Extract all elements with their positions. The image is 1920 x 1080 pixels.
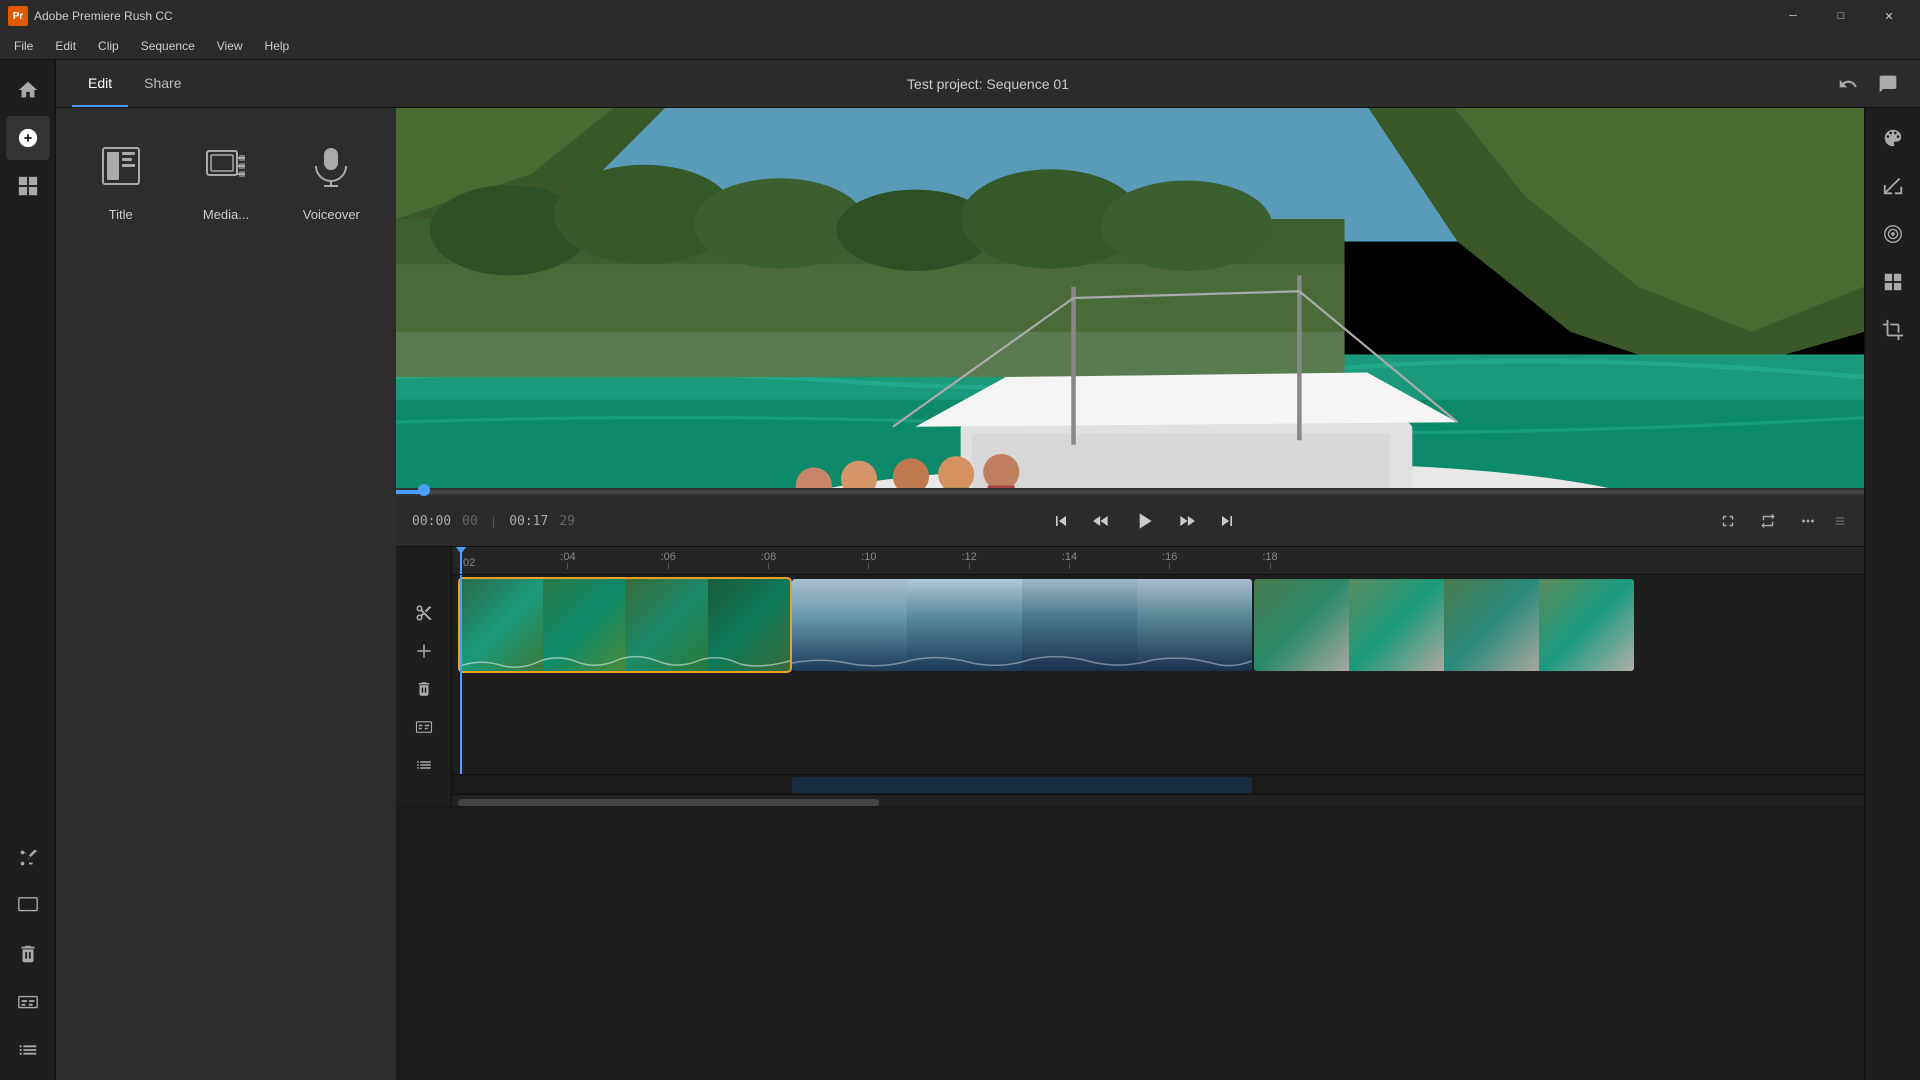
menu-clip[interactable]: Clip xyxy=(88,35,129,57)
sidebar-media-button[interactable] xyxy=(6,164,50,208)
play-button[interactable] xyxy=(1125,502,1163,540)
fullscreen-button[interactable] xyxy=(1712,505,1744,537)
audio-waveform xyxy=(792,777,1252,793)
ruler-mark-16: :16 xyxy=(1162,551,1177,569)
timeline-playhead-top xyxy=(460,547,462,574)
menubar: File Edit Clip Sequence View Help xyxy=(0,32,1920,60)
menu-edit[interactable]: Edit xyxy=(45,35,86,57)
menu-file[interactable]: File xyxy=(4,35,43,57)
add-panel: Title xyxy=(56,108,396,1080)
timeline-clip-1[interactable] xyxy=(460,579,790,671)
ruler-mark-12: :12 xyxy=(961,551,976,569)
ruler-mark-18: :18 xyxy=(1262,551,1277,569)
ruler-mark-04: :04 xyxy=(560,551,575,569)
caption-track-button[interactable] xyxy=(408,711,440,743)
content-area: Edit Share Test project: Sequence 01 xyxy=(56,60,1920,1080)
timeline-content: :02 :04 :06 xyxy=(396,547,1864,806)
total-time-display: 00:17 xyxy=(509,514,548,529)
timeline-ruler: :02 :04 :06 xyxy=(452,547,1864,575)
timeline-scrollbar-thumb[interactable] xyxy=(458,799,879,806)
scrubber-handle[interactable] xyxy=(418,484,430,496)
menu-help[interactable]: Help xyxy=(255,35,300,57)
left-sidebar xyxy=(0,60,56,1080)
panel-item-voiceover[interactable]: Voiceover xyxy=(283,132,380,234)
scissors-tool-button[interactable] xyxy=(408,597,440,629)
video-preview xyxy=(396,108,1864,488)
titlebar: Pr Adobe Premiere Rush CC ─ □ ✕ xyxy=(0,0,1920,32)
top-nav: Edit Share Test project: Sequence 01 xyxy=(56,60,1920,108)
delete-clip-button[interactable] xyxy=(408,673,440,705)
crop-button[interactable] xyxy=(1871,308,1915,352)
preview-area: 00:00 00 | 00:17 29 xyxy=(396,108,1864,1080)
ruler-mark-02: :02 xyxy=(460,557,475,569)
transform-button[interactable] xyxy=(1871,164,1915,208)
add-track-button[interactable] xyxy=(408,635,440,667)
timeline-playhead-line xyxy=(460,575,462,774)
list-view-button[interactable] xyxy=(408,749,440,781)
work-area: Title xyxy=(56,108,1920,1080)
panel-resize-handle[interactable]: ≡ xyxy=(1832,511,1848,532)
skip-back-button[interactable] xyxy=(1045,505,1077,537)
color-correct-button[interactable] xyxy=(1871,116,1915,160)
title-icon xyxy=(99,144,143,197)
timeline-scrubber[interactable] xyxy=(396,488,1864,496)
window-controls: ─ □ ✕ xyxy=(1770,0,1912,32)
sidebar-home-button[interactable] xyxy=(6,68,50,112)
top-nav-actions xyxy=(1832,68,1904,100)
frame-fwd-button[interactable] xyxy=(1171,505,1203,537)
sidebar-captions-button[interactable] xyxy=(6,980,50,1024)
sidebar-delete-button[interactable] xyxy=(6,932,50,976)
ruler-mark-14: :14 xyxy=(1062,551,1077,569)
ruler-mark-10: :10 xyxy=(861,551,876,569)
skip-fwd-button[interactable] xyxy=(1211,505,1243,537)
main-layout: Edit Share Test project: Sequence 01 xyxy=(0,60,1920,1080)
detail-button[interactable] xyxy=(1871,260,1915,304)
media-icon xyxy=(204,144,248,197)
maximize-button[interactable]: □ xyxy=(1818,0,1864,32)
effects-button[interactable] xyxy=(1871,212,1915,256)
panel-grid: Title xyxy=(56,108,396,258)
panel-item-media[interactable]: Media... xyxy=(177,132,274,234)
ruler-mark-08: :08 xyxy=(761,551,776,569)
more-options-button[interactable] xyxy=(1792,505,1824,537)
sidebar-cut-button[interactable] xyxy=(6,836,50,880)
loop-button[interactable] xyxy=(1752,505,1784,537)
sidebar-add-button[interactable] xyxy=(6,116,50,160)
comment-button[interactable] xyxy=(1872,68,1904,100)
timeline-clip-3[interactable] xyxy=(1254,579,1634,671)
ruler-mark-06: :06 xyxy=(661,551,676,569)
timeline-clip-2[interactable] xyxy=(792,579,1252,671)
playback-controls: 00:00 00 | 00:17 29 xyxy=(396,496,1864,546)
panel-item-title[interactable]: Title xyxy=(72,132,169,234)
title-item-label: Title xyxy=(109,207,133,222)
current-frame-display: 00 xyxy=(462,514,478,529)
sidebar-list-button[interactable] xyxy=(6,1028,50,1072)
undo-button[interactable] xyxy=(1832,68,1864,100)
sidebar-insert-button[interactable] xyxy=(6,884,50,928)
tab-edit[interactable]: Edit xyxy=(72,61,128,107)
timeline-scrollbar[interactable] xyxy=(452,794,1864,806)
scrubber-track xyxy=(396,490,1864,494)
playhead-triangle-top xyxy=(456,547,466,554)
frame-back-button[interactable] xyxy=(1085,505,1117,537)
audio-track xyxy=(452,774,1864,794)
timeline-area: :02 :04 :06 xyxy=(396,546,1864,806)
current-time-display: 00:00 xyxy=(412,514,451,529)
timeline-tracks: :02 :04 :06 xyxy=(452,547,1864,806)
voiceover-icon xyxy=(309,144,353,197)
close-button[interactable]: ✕ xyxy=(1866,0,1912,32)
minimize-button[interactable]: ─ xyxy=(1770,0,1816,32)
menu-sequence[interactable]: Sequence xyxy=(131,35,205,57)
project-title: Test project: Sequence 01 xyxy=(907,76,1069,92)
media-item-label: Media... xyxy=(203,207,249,222)
total-frame-display: 29 xyxy=(559,514,575,529)
timeline-left-controls xyxy=(396,547,452,806)
app-logo: Pr xyxy=(8,6,28,26)
video-track xyxy=(452,575,1864,774)
menu-view[interactable]: View xyxy=(207,35,253,57)
voiceover-item-label: Voiceover xyxy=(303,207,360,222)
app-title-text: Adobe Premiere Rush CC xyxy=(34,9,1764,23)
right-sidebar xyxy=(1864,108,1920,1080)
tab-share[interactable]: Share xyxy=(128,61,197,107)
